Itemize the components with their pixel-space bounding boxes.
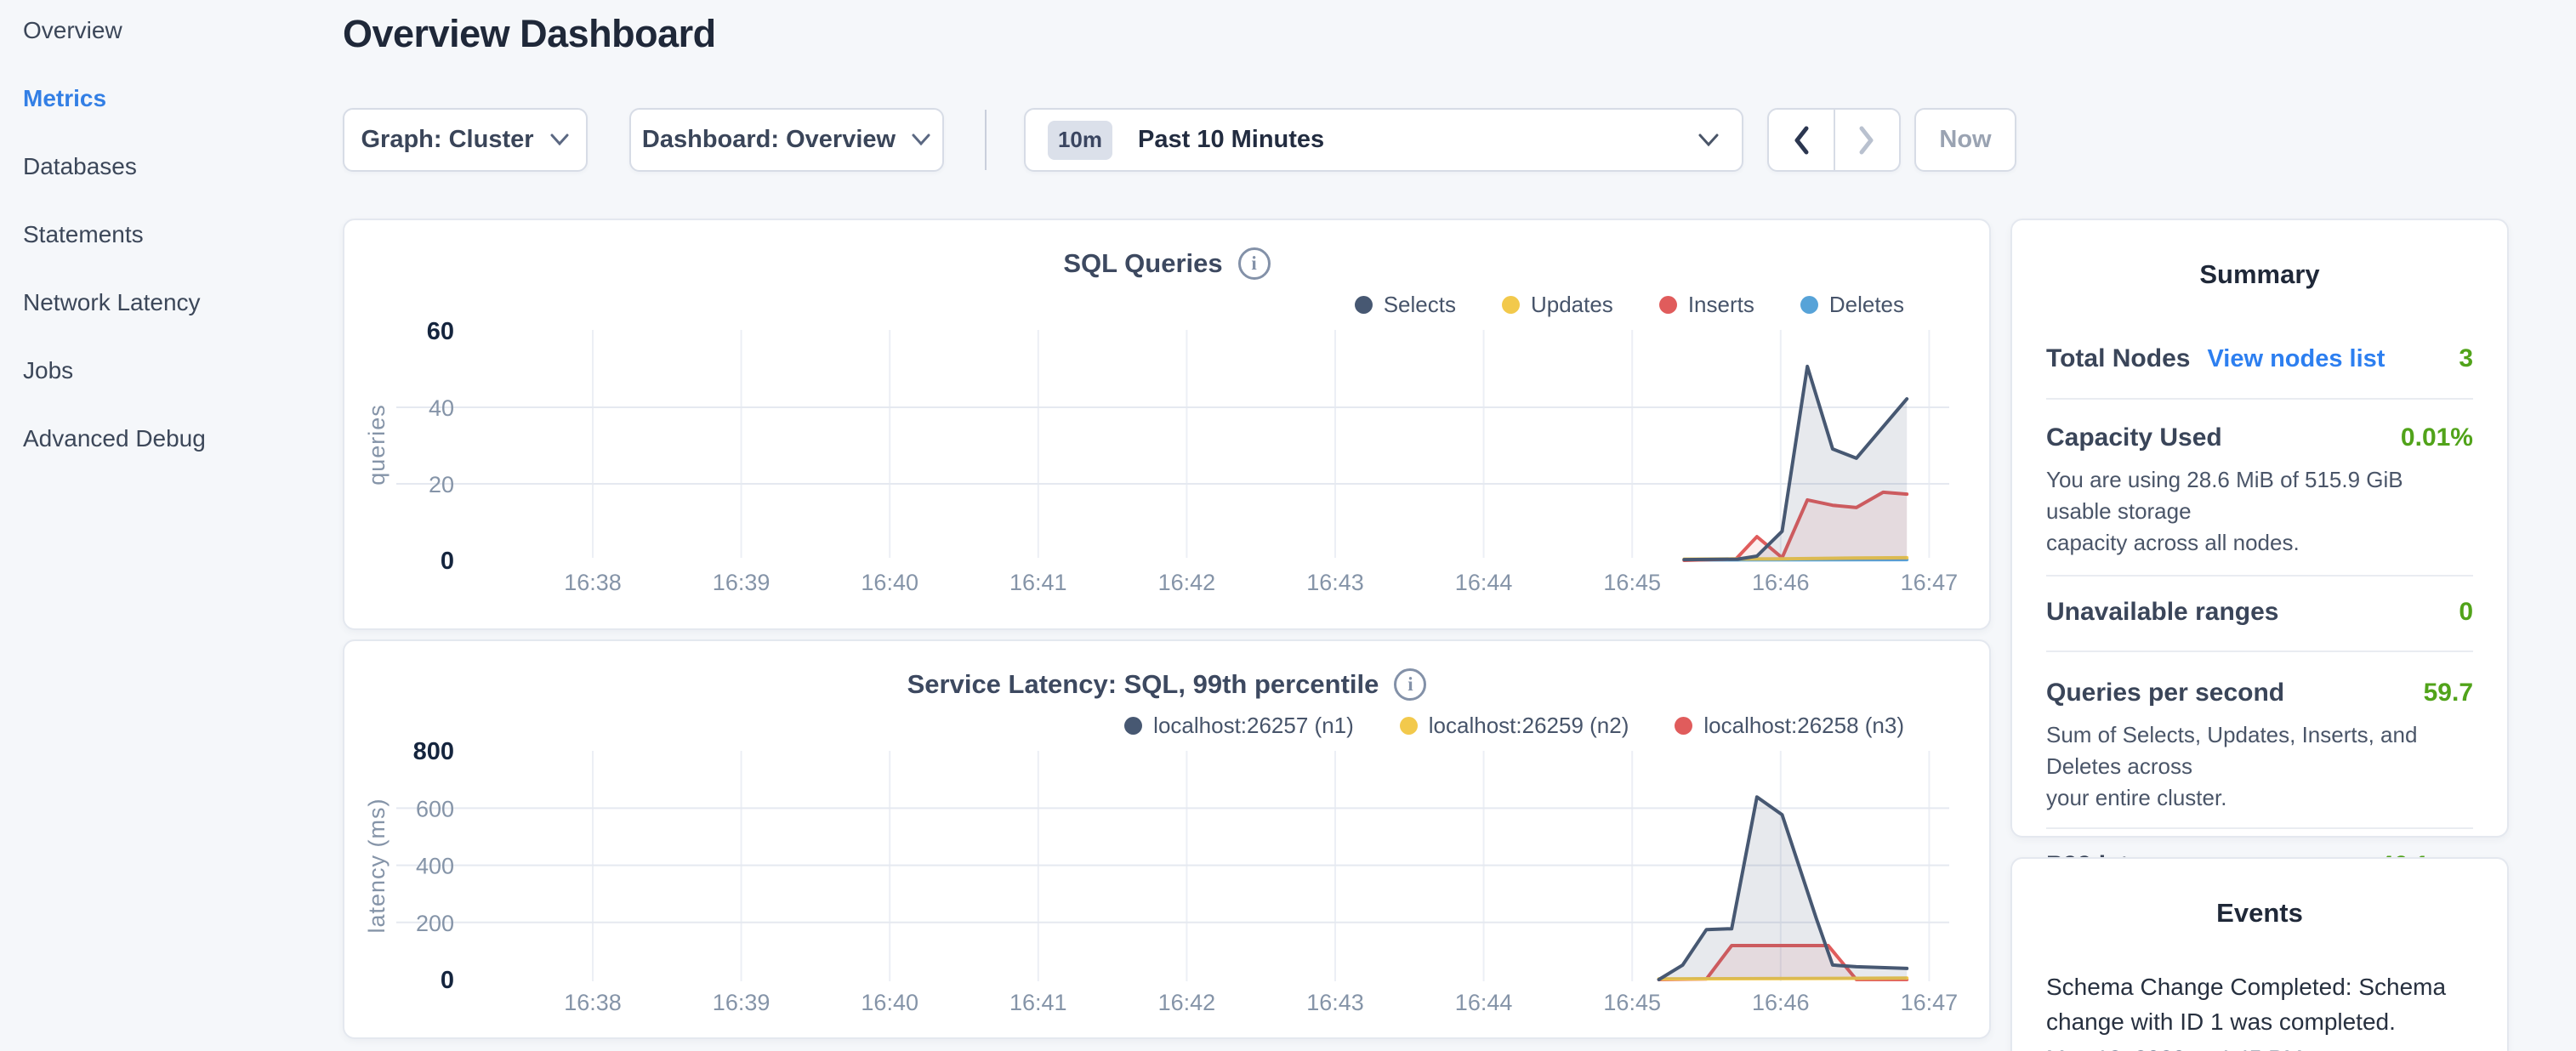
x-tick-label: 16:45 [1603, 570, 1661, 595]
summary-panel: Summary Total Nodes View nodes list 3 Ca… [2010, 219, 2509, 838]
summary-title: Summary [2046, 220, 2473, 290]
sidebar-item-metrics[interactable]: Metrics [23, 87, 304, 111]
time-step-forward-button[interactable] [1835, 110, 1900, 170]
events-title: Events [2046, 859, 2473, 929]
page-title: Overview Dashboard [343, 12, 716, 56]
sidebar-item-statements[interactable]: Statements [23, 223, 304, 247]
info-icon[interactable]: i [1238, 247, 1271, 280]
summary-description: You are using 28.6 MiB of 515.9 GiB usab… [2046, 464, 2473, 559]
x-tick-label: 16:40 [861, 990, 918, 1015]
time-range-badge: 10m [1048, 121, 1112, 160]
time-range-dropdown[interactable]: 10m Past 10 Minutes [1024, 108, 1743, 172]
divider [2046, 398, 2473, 400]
y-tick-label: 800 [413, 738, 454, 765]
events-panel: Events Schema Change Completed: Schema c… [2010, 857, 2509, 1051]
dashboard-dropdown[interactable]: Dashboard: Overview [629, 108, 944, 172]
x-tick-label: 16:47 [1901, 990, 1959, 1015]
summary-label: Total Nodes [2046, 344, 2190, 373]
y-tick-label: 600 [416, 796, 454, 821]
x-tick-label: 16:43 [1306, 990, 1364, 1015]
time-step-back-button[interactable] [1769, 110, 1835, 170]
x-tick-label: 16:41 [1009, 990, 1067, 1015]
chevron-right-icon [1857, 125, 1876, 156]
summary-value: 0 [2459, 598, 2473, 627]
time-range-label: Past 10 Minutes [1138, 126, 1697, 154]
time-step-buttons [1767, 108, 1901, 172]
x-tick-label: 16:44 [1455, 990, 1513, 1015]
divider [2046, 575, 2473, 577]
summary-value: 59.7 [2424, 679, 2473, 707]
sql-queries-chart[interactable]: 16:38 16:39 16:40 16:41 16:42 16:43 16:44 16:45… [357, 310, 1977, 604]
x-tick-label: 16:46 [1752, 990, 1810, 1015]
graph-dropdown-label: Graph: Cluster [361, 126, 533, 154]
summary-row-queries-per-second: Queries per second 59.7 [2046, 679, 2473, 707]
summary-label: Queries per second [2046, 679, 2284, 707]
sidebar-item-jobs[interactable]: Jobs [23, 359, 304, 383]
y-tick-label: 20 [429, 472, 454, 497]
sidebar-item-advanced-debug[interactable]: Advanced Debug [23, 427, 304, 451]
x-tick-label: 16:39 [713, 570, 771, 595]
sidebar-item-databases[interactable]: Databases [23, 155, 304, 179]
x-tick-label: 16:42 [1158, 570, 1216, 595]
info-icon[interactable]: i [1394, 668, 1426, 701]
y-tick-label: 200 [416, 911, 454, 936]
summary-row-capacity-used: Capacity Used 0.01% [2046, 423, 2473, 452]
summary-value: 0.01% [2401, 423, 2473, 452]
summary-row-unavailable-ranges: Unavailable ranges 0 [2046, 598, 2473, 627]
x-tick-label: 16:45 [1603, 990, 1661, 1015]
dashboard-dropdown-label: Dashboard: Overview [642, 126, 896, 154]
toolbar-divider [985, 110, 987, 170]
y-axis-title: queries [364, 404, 390, 486]
sidebar-item-overview[interactable]: Overview [23, 19, 304, 43]
sidebar: Overview Metrics Databases Statements Ne… [23, 19, 304, 495]
x-tick-label: 16:41 [1009, 570, 1067, 595]
chevron-left-icon [1792, 125, 1811, 156]
divider [2046, 650, 2473, 652]
summary-row-total-nodes: Total Nodes View nodes list 3 [2046, 344, 2473, 373]
x-tick-label: 16:38 [564, 990, 622, 1015]
event-message: Schema Change Completed: Schema change w… [2046, 969, 2473, 1039]
now-button[interactable]: Now [1914, 108, 2016, 172]
y-axis-title: latency (ms) [364, 798, 390, 933]
x-tick-label: 16:44 [1455, 570, 1513, 595]
event-timestamp: May 13, 2020 at 4:45 PM [2046, 1046, 2473, 1051]
chevron-down-icon [911, 134, 931, 146]
x-tick-label: 16:40 [861, 570, 918, 595]
x-tick-label: 16:42 [1158, 990, 1216, 1015]
x-tick-label: 16:46 [1752, 570, 1810, 595]
summary-description: Sum of Selects, Updates, Inserts, and De… [2046, 719, 2473, 814]
view-nodes-list-link[interactable]: View nodes list [2207, 345, 2385, 373]
chevron-down-icon [1697, 134, 1720, 147]
chevron-down-icon [549, 134, 570, 146]
summary-label: Unavailable ranges [2046, 598, 2278, 627]
chart-title: SQL Queries [1063, 248, 1222, 279]
divider [2046, 827, 2473, 829]
y-tick-label: 400 [416, 854, 454, 879]
summary-label: Capacity Used [2046, 423, 2222, 452]
x-tick-label: 16:47 [1901, 570, 1959, 595]
latency-chart[interactable]: 16:38 16:39 16:40 16:41 16:42 16:43 16:44 16:45… [357, 730, 1977, 1027]
chart-title: Service Latency: SQL, 99th percentile [907, 669, 1379, 700]
graph-dropdown[interactable]: Graph: Cluster [343, 108, 588, 172]
y-tick-label: 60 [427, 318, 454, 345]
x-tick-label: 16:43 [1306, 570, 1364, 595]
db-console-page: Overview Metrics Databases Statements Ne… [0, 0, 2576, 1051]
summary-value: 3 [2459, 344, 2473, 373]
x-tick-label: 16:38 [564, 570, 622, 595]
y-tick-label: 0 [441, 548, 454, 575]
x-tick-label: 16:39 [713, 990, 771, 1015]
y-tick-label: 0 [441, 967, 454, 994]
y-tick-label: 40 [429, 395, 454, 421]
sidebar-item-network-latency[interactable]: Network Latency [23, 291, 304, 315]
